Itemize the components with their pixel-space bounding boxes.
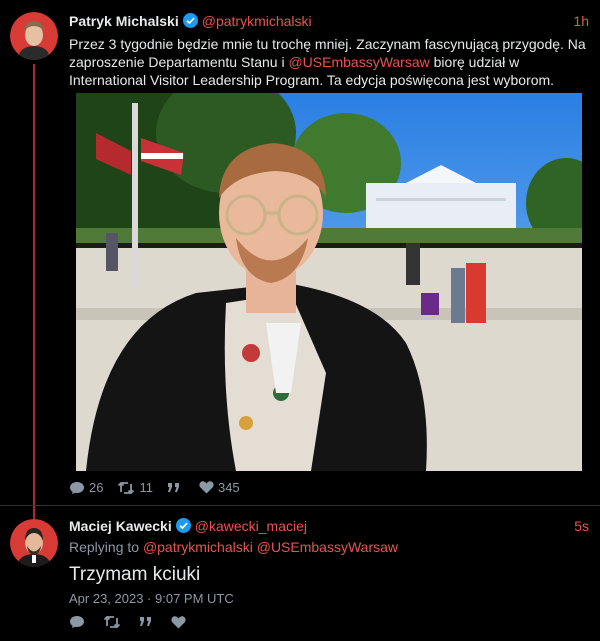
retweet-button[interactable] [103,615,125,629]
mention-link[interactable]: @USEmbassyWarsaw [288,54,429,70]
tweet-time[interactable]: 5s [574,517,589,535]
tweet-patryk: Patryk Michalski @patrykmichalski 1h Prze… [0,0,600,519]
author-row: Maciej Kawecki @kawecki_maciej [69,517,307,535]
quote-button[interactable] [167,482,185,494]
verified-icon [182,13,198,28]
retweet-icon [118,481,135,494]
like-button[interactable] [171,615,190,629]
mention-link[interactable]: @USEmbassyWarsaw [257,539,398,555]
replying-to: Replying to @patrykmichalski @USEmbassyW… [69,538,589,556]
retweet-count: 11 [139,480,153,495]
like-count: 345 [217,480,240,495]
retweet-icon [103,615,121,629]
author-row: Patryk Michalski @patrykmichalski [69,12,312,30]
tweet-text: Trzymam kciuki [69,564,201,585]
reply-count: 26 [89,480,104,495]
reply-icon [70,481,84,494]
reply-icon [70,616,84,628]
tweet-text: Przez 3 tygodnie będzie mnie tu trochę m… [69,35,589,89]
avatar-patryk[interactable] [10,12,58,60]
reply-button[interactable]: 26 [69,480,103,495]
thread-line [33,64,35,519]
quote-icon [167,482,179,492]
replying-prefix: Replying to [69,539,143,555]
tweet-maciej: Maciej Kawecki @kawecki_maciej 5s Replyin… [0,505,600,641]
author-handle[interactable]: @kawecki_maciej [195,518,307,534]
like-icon [199,481,214,494]
tweet-actions [69,615,204,629]
quote-icon [140,617,151,626]
author-handle[interactable]: @patrykmichalski [202,13,312,29]
tweet-actions: 26 11 345 [69,480,254,495]
like-icon [171,615,186,628]
author-name[interactable]: Maciej Kawecki [69,518,172,534]
verified-icon [175,518,191,533]
like-button[interactable]: 345 [199,480,240,495]
reply-button[interactable] [69,615,89,629]
author-name[interactable]: Patryk Michalski [69,13,179,29]
retweet-button[interactable]: 11 [117,480,153,495]
mention-link[interactable]: @patrykmichalski [143,539,253,555]
avatar-maciej[interactable] [10,519,58,567]
tweet-date[interactable]: Apr 23, 2023 · 9:07 PM UTC [69,590,589,608]
tweet-time[interactable]: 1h [573,12,589,30]
quote-button[interactable] [139,616,157,628]
tweet-photo[interactable] [76,93,582,471]
